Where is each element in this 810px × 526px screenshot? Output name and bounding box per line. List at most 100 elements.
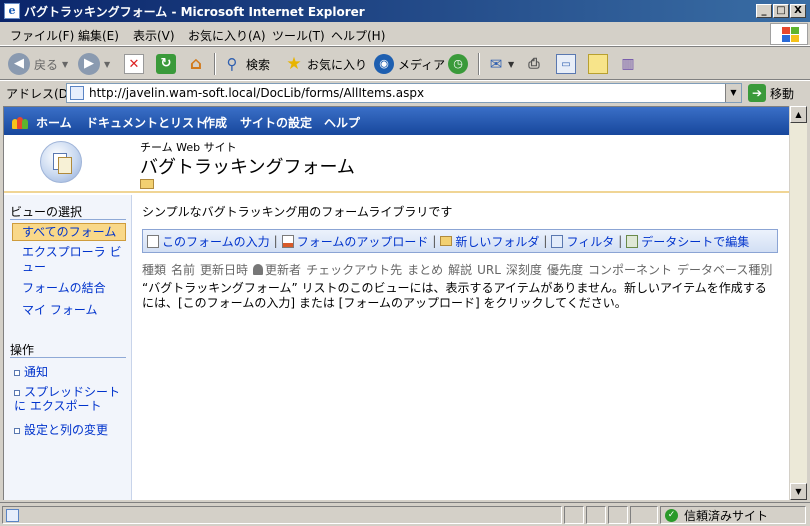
column-header[interactable]: URL (477, 263, 501, 277)
menu-edit[interactable]: 編集(E) (78, 27, 119, 44)
scroll-up-icon[interactable]: ▲ (790, 106, 807, 123)
forward-arrow-icon: ▶ (78, 53, 100, 75)
mail-button[interactable]: ✉ ▼ (486, 53, 514, 75)
back-label: 戻る (34, 57, 59, 72)
separator: | (618, 234, 623, 248)
quick-launch: ビューの選択 すべてのフォーム エクスプローラ ビュー フォームの結合 マイ フ… (4, 195, 132, 500)
status-cell (630, 506, 658, 524)
column-header[interactable]: 優先度 (547, 263, 583, 277)
minimize-button[interactable]: _ (756, 4, 772, 18)
stop-icon: ✕ (124, 54, 144, 74)
menu-bar: ファイル(F) 編集(E) 表示(V) お気に入り(A) ツール(T) ヘルプ(… (0, 22, 810, 46)
go-button[interactable]: ➔ 移動 (748, 84, 794, 102)
action-alert[interactable]: 通知 (14, 363, 48, 380)
view-all-forms[interactable]: すべてのフォーム (12, 223, 126, 241)
new-folder-label: 新しいフォルダ (455, 234, 540, 249)
bullet-icon (14, 369, 20, 376)
mail-icon: ✉ (489, 55, 503, 73)
separator: | (432, 234, 437, 248)
scroll-down-icon[interactable]: ▼ (790, 483, 807, 500)
stop-button[interactable]: ✕ (124, 53, 144, 75)
menu-help[interactable]: ヘルプ(H) (331, 27, 385, 44)
datasheet-edit-label: データシートで編集 (641, 234, 750, 249)
printer-icon: ⎙ (528, 56, 540, 72)
user-icon (253, 264, 264, 275)
filter-icon (551, 234, 564, 248)
security-zone-label: 信頼済みサイト (684, 508, 769, 523)
forward-dropdown-icon: ▼ (104, 59, 111, 69)
address-input[interactable]: http://javelin.wam-soft.local/DocLib/for… (66, 83, 742, 103)
action-export-label: スプレッドシートに エクスポート (14, 385, 121, 413)
address-dropdown-icon[interactable]: ▼ (725, 84, 741, 102)
history-button[interactable]: ◷ (448, 53, 468, 75)
filter-link[interactable]: フィルタ (551, 233, 614, 250)
view-explorer[interactable]: エクスプローラ ビュー (22, 245, 122, 275)
column-header[interactable]: チェックアウト先 (306, 263, 402, 277)
views-heading: ビューの選択 (10, 205, 83, 219)
new-folder-link[interactable]: 新しいフォルダ (440, 233, 539, 250)
column-header[interactable]: 種類 (142, 263, 166, 277)
new-document-icon (147, 234, 159, 248)
menu-file[interactable]: ファイル(F) (10, 27, 74, 44)
history-icon: ◷ (448, 54, 468, 74)
close-button[interactable]: X (790, 4, 806, 18)
column-header[interactable]: 深刻度 (506, 263, 542, 277)
column-header[interactable]: 更新日時 (200, 263, 248, 277)
nav-help[interactable]: ヘルプ (324, 114, 360, 131)
vertical-scrollbar[interactable]: ▲ ▼ (789, 106, 807, 500)
address-bar: アドレス(D) http://javelin.wam-soft.local/Do… (0, 80, 810, 104)
action-alert-label: 通知 (24, 365, 49, 379)
fill-out-form-link[interactable]: このフォームの入力 (147, 233, 270, 250)
column-header[interactable]: まとめ (407, 263, 443, 277)
status-cell (564, 506, 584, 524)
home-button[interactable]: ⌂ (186, 53, 206, 75)
back-button[interactable]: ◀ 戻る ▼ (8, 53, 68, 75)
nav-documents-lists[interactable]: ドキュメントとリスト (86, 114, 206, 131)
search-button[interactable]: ⚲ 検索 (222, 53, 271, 75)
print-button[interactable]: ⎙ (524, 53, 544, 75)
column-header[interactable]: コンポーネント (588, 263, 672, 277)
go-arrow-icon: ➔ (748, 84, 766, 102)
favorites-button[interactable]: ★ お気に入り (284, 53, 367, 75)
page-icon (70, 86, 84, 100)
research-button[interactable]: ▥ (618, 53, 638, 75)
go-label: 移動 (770, 86, 795, 101)
edit-button[interactable]: ▭ (556, 53, 576, 75)
fill-out-form-label: このフォームの入力 (162, 234, 270, 249)
folder-icon[interactable] (140, 179, 154, 189)
menu-favorites[interactable]: お気に入り(A) (188, 27, 266, 44)
column-header[interactable]: 更新者 (265, 263, 301, 277)
favorites-label: お気に入り (307, 57, 368, 72)
refresh-button[interactable]: ↻ (156, 53, 176, 75)
mail-dropdown-icon: ▼ (508, 59, 515, 69)
people-icon (12, 113, 28, 129)
nav-create[interactable]: 作成 (203, 114, 227, 131)
menu-view[interactable]: 表示(V) (133, 27, 175, 44)
column-header[interactable]: 解説 (448, 263, 472, 277)
maximize-button[interactable]: □ (773, 4, 789, 18)
divider (10, 219, 126, 220)
home-icon: ⌂ (189, 54, 203, 74)
action-modify-settings[interactable]: 設定と列の変更 (14, 421, 108, 438)
forward-button[interactable]: ▶ ▼ (78, 53, 110, 75)
column-headers: 種類 名前 更新日時 更新者 チェックアウト先 まとめ 解説 URL 深刻度 優先度 コンポーネント… (142, 261, 777, 278)
page-viewport: ホーム ドキュメントとリスト 作成 サイトの設定 ヘルプ チーム Web サイト… (3, 106, 789, 500)
nav-site-settings[interactable]: サイトの設定 (240, 114, 312, 131)
datasheet-edit-link[interactable]: データシートで編集 (626, 233, 749, 250)
menu-tools[interactable]: ツール(T) (272, 27, 325, 44)
view-my-forms[interactable]: マイ フォーム (22, 301, 97, 318)
list-action-bar: このフォームの入力 | フォームのアップロード | 新しいフォルダ | フィルタ… (142, 229, 778, 253)
column-header[interactable]: データベース種別 (677, 263, 772, 277)
column-header[interactable]: 名前 (171, 263, 195, 277)
research-icon: ▥ (621, 56, 635, 72)
site-header: チーム Web サイト バグトラッキングフォーム (4, 135, 789, 193)
library-description: シンプルなバグトラッキング用のフォームライブラリです (142, 205, 453, 219)
view-merge-forms[interactable]: フォームの結合 (22, 279, 106, 296)
nav-home[interactable]: ホーム (36, 114, 72, 131)
action-export-spreadsheet[interactable]: スプレッドシートに エクスポート (14, 385, 124, 413)
media-button[interactable]: ◉ メディア (374, 53, 445, 75)
upload-form-link[interactable]: フォームのアップロード (281, 233, 428, 250)
discuss-button[interactable] (588, 53, 608, 75)
separator: | (543, 234, 548, 248)
form-library-logo-icon (40, 141, 82, 183)
